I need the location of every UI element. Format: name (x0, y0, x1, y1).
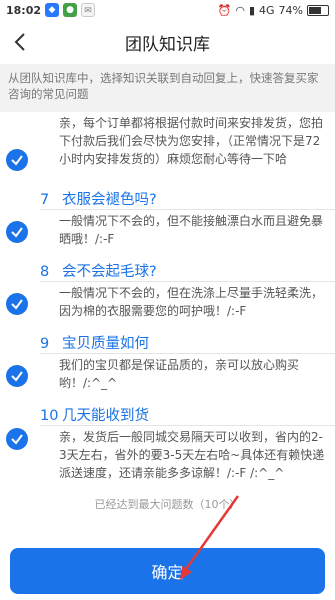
selected-checkbox[interactable] (6, 365, 28, 387)
shield-app-icon: ◆ (45, 3, 60, 17)
status-bar: 18:02 ◆ ● ✉ ⏰ ◠ ▮ 4G 74% (0, 0, 335, 20)
qa-question: 9 宝贝质量如何 (40, 332, 149, 353)
qa-answer: 亲，发货后一般同城交易隔天可以收到，省内的2-3天左右，省外的要3-5天左右哈~… (59, 430, 325, 480)
qa-answer: 一般情况下不会的，但在洗涤上尽量手洗轻柔洗，因为棉的衣服需要您的呵护哦！/:-F (59, 286, 324, 318)
checkmark-icon (11, 434, 23, 445)
back-button[interactable] (8, 30, 32, 54)
network-type-label: 4G (259, 3, 275, 17)
checkmark-icon (11, 155, 23, 166)
message-icon: ✉ (81, 3, 96, 17)
notice-banner: 从团队知识库中，选择知识关联到自动回复上，快速答复买家咨询的常见问题 (0, 64, 335, 112)
nav-bar: 团队知识库 (0, 20, 335, 64)
status-time: 18:02 (6, 3, 42, 17)
qa-question: 10 几天能收到货 (40, 404, 149, 425)
checkmark-icon (11, 371, 23, 382)
battery-icon (307, 4, 329, 16)
page-title: 团队知识库 (125, 34, 210, 55)
qa-number: 10 (40, 408, 59, 424)
qa-question-text: 宝贝质量如何 (62, 336, 149, 352)
qa-question: 8 会不会起毛球? (40, 260, 157, 281)
confirm-button[interactable]: 确定 (10, 548, 325, 594)
selected-checkbox[interactable] (6, 221, 28, 243)
qa-list[interactable]: 亲，每个订单都将根据付款时间来安排发货，您拍下付款后我们会尽快为您安排，（正常情… (0, 112, 335, 480)
qa-number: 9 (40, 336, 50, 352)
notice-text: 从团队知识库中，选择知识关联到自动回复上，快速答复买家咨询的常见问题 (8, 71, 319, 101)
wechat-app-icon: ● (63, 3, 78, 17)
qa-answer: 一般情况下不会的，但不能接触漂白水而且避免暴晒哦！/:-F (59, 214, 324, 246)
checkmark-icon (11, 227, 23, 238)
selected-checkbox[interactable] (6, 149, 28, 171)
selected-checkbox[interactable] (6, 428, 28, 450)
qa-answer: 亲，每个订单都将根据付款时间来安排发货，您拍下付款后我们会尽快为您安排，（正常情… (59, 116, 324, 166)
selected-checkbox[interactable] (6, 293, 28, 315)
qa-answer: 我们的宝贝都是保证品质的，亲可以放心购买哟！/:^_^ (59, 358, 300, 390)
battery-percent: 74% (278, 3, 303, 17)
wifi-icon: ◠ (235, 3, 245, 17)
chevron-left-icon (14, 33, 25, 51)
checkmark-icon (11, 299, 23, 310)
signal-icon: ▮ (248, 3, 256, 17)
qa-question-text: 会不会起毛球? (62, 264, 157, 280)
max-questions-notice: 已经达到最大问题数（10个） (94, 498, 241, 511)
qa-question-text: 衣服会褪色吗? (62, 192, 157, 208)
qa-number: 8 (40, 264, 50, 280)
qa-item[interactable]: 10 几天能收到货 亲，发货后一般同城交易隔天可以收到，省内的2-3天左右，省外的… (0, 398, 335, 480)
alarm-icon: ⏰ (217, 3, 232, 17)
qa-question: 7 衣服会褪色吗? (40, 188, 157, 209)
qa-question-text: 几天能收到货 (62, 408, 149, 424)
qa-number: 7 (40, 192, 50, 208)
